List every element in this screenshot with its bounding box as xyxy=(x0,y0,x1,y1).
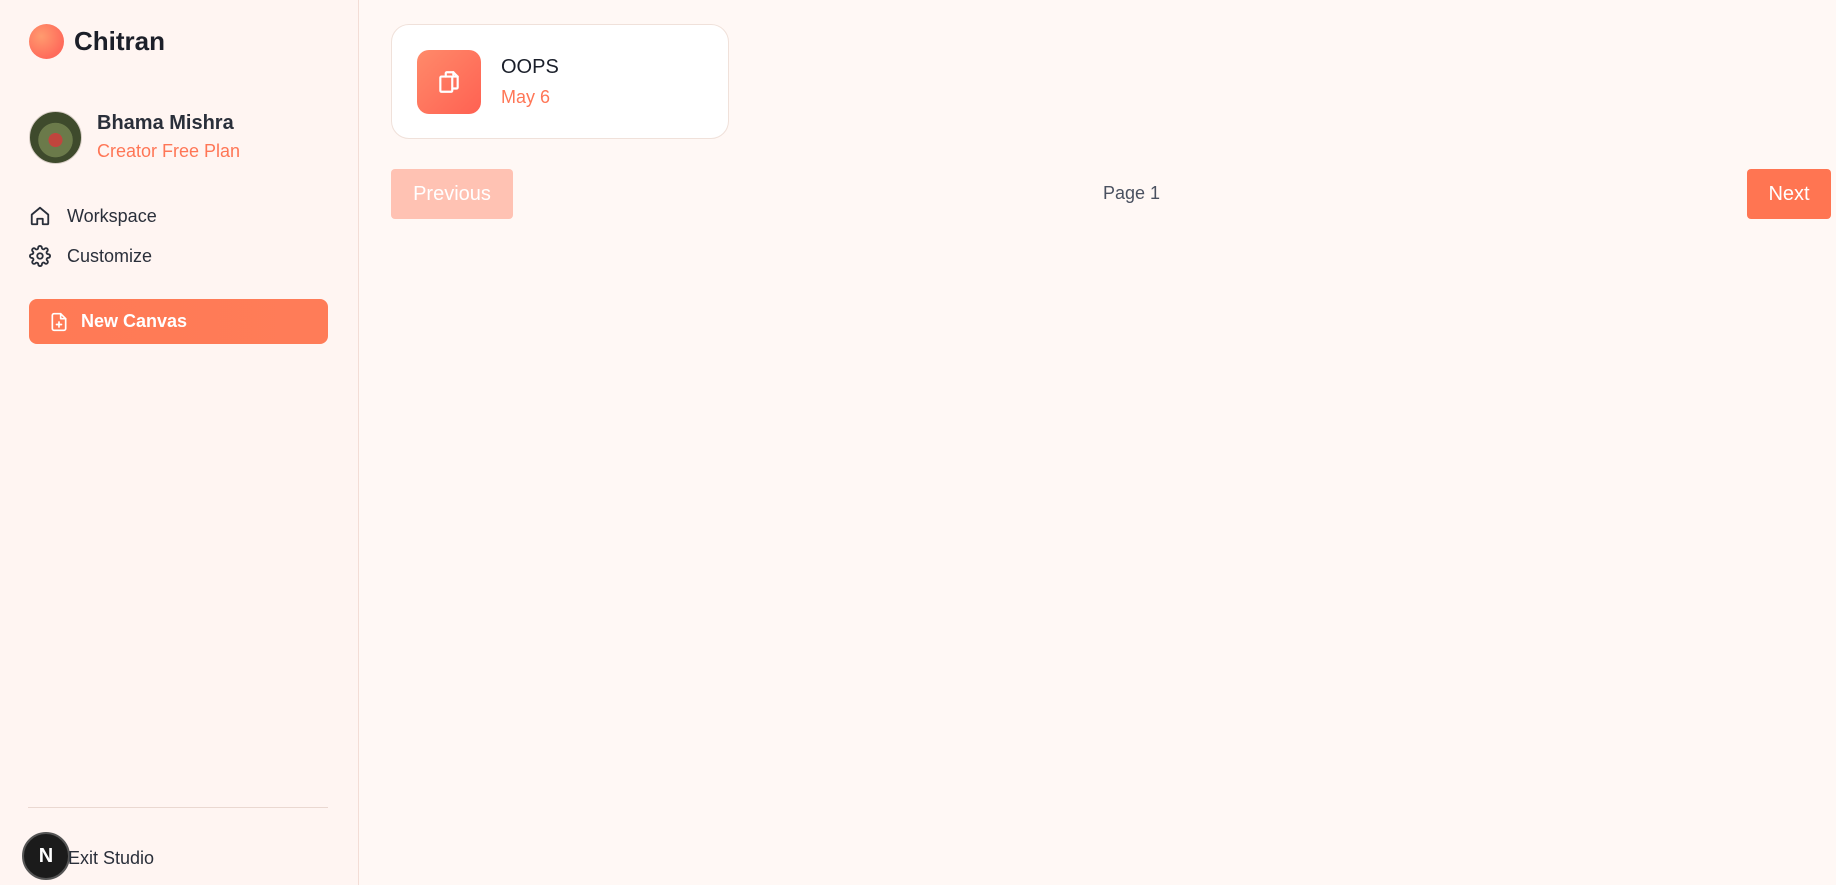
n-badge-icon: N xyxy=(22,832,70,880)
brand-name: Chitran xyxy=(74,26,165,56)
exit-studio-label: Exit Studio xyxy=(68,847,155,868)
next-button[interactable]: Next xyxy=(1747,169,1831,219)
previous-button[interactable]: Previous xyxy=(391,169,513,219)
exit-studio-button[interactable]: N Exit Studio xyxy=(22,832,154,880)
new-canvas-label: New Canvas xyxy=(81,311,188,331)
copy-icon xyxy=(439,70,459,93)
user-profile[interactable]: Bhama Mishra Creator Free Plan xyxy=(29,110,240,164)
canvas-card[interactable]: OOPS May 6 xyxy=(391,24,729,139)
profile-name: Bhama Mishra xyxy=(97,112,234,134)
sidebar-item-label: Customize xyxy=(67,245,153,266)
page-indicator: Page 1 xyxy=(1103,183,1161,203)
sidebar-divider xyxy=(28,807,328,808)
gear-icon xyxy=(29,245,51,267)
avatar xyxy=(29,110,82,164)
new-canvas-button[interactable]: New Canvas xyxy=(29,299,328,344)
brand-logo xyxy=(29,24,64,59)
sidebar: Chitran Bhama Mishra Creator Free Plan W… xyxy=(0,0,359,885)
brand[interactable]: Chitran xyxy=(29,24,165,59)
home-icon xyxy=(30,206,50,226)
profile-plan: Creator Free Plan xyxy=(97,141,241,161)
canvas-thumbnail xyxy=(417,49,481,114)
sidebar-item-workspace[interactable]: Workspace xyxy=(29,205,157,227)
sidebar-item-label: Workspace xyxy=(67,205,157,226)
file-plus-icon xyxy=(51,312,67,331)
canvas-date: May 6 xyxy=(501,86,551,107)
canvas-title: OOPS xyxy=(501,55,559,78)
sidebar-item-customize[interactable]: Customize xyxy=(29,245,152,267)
